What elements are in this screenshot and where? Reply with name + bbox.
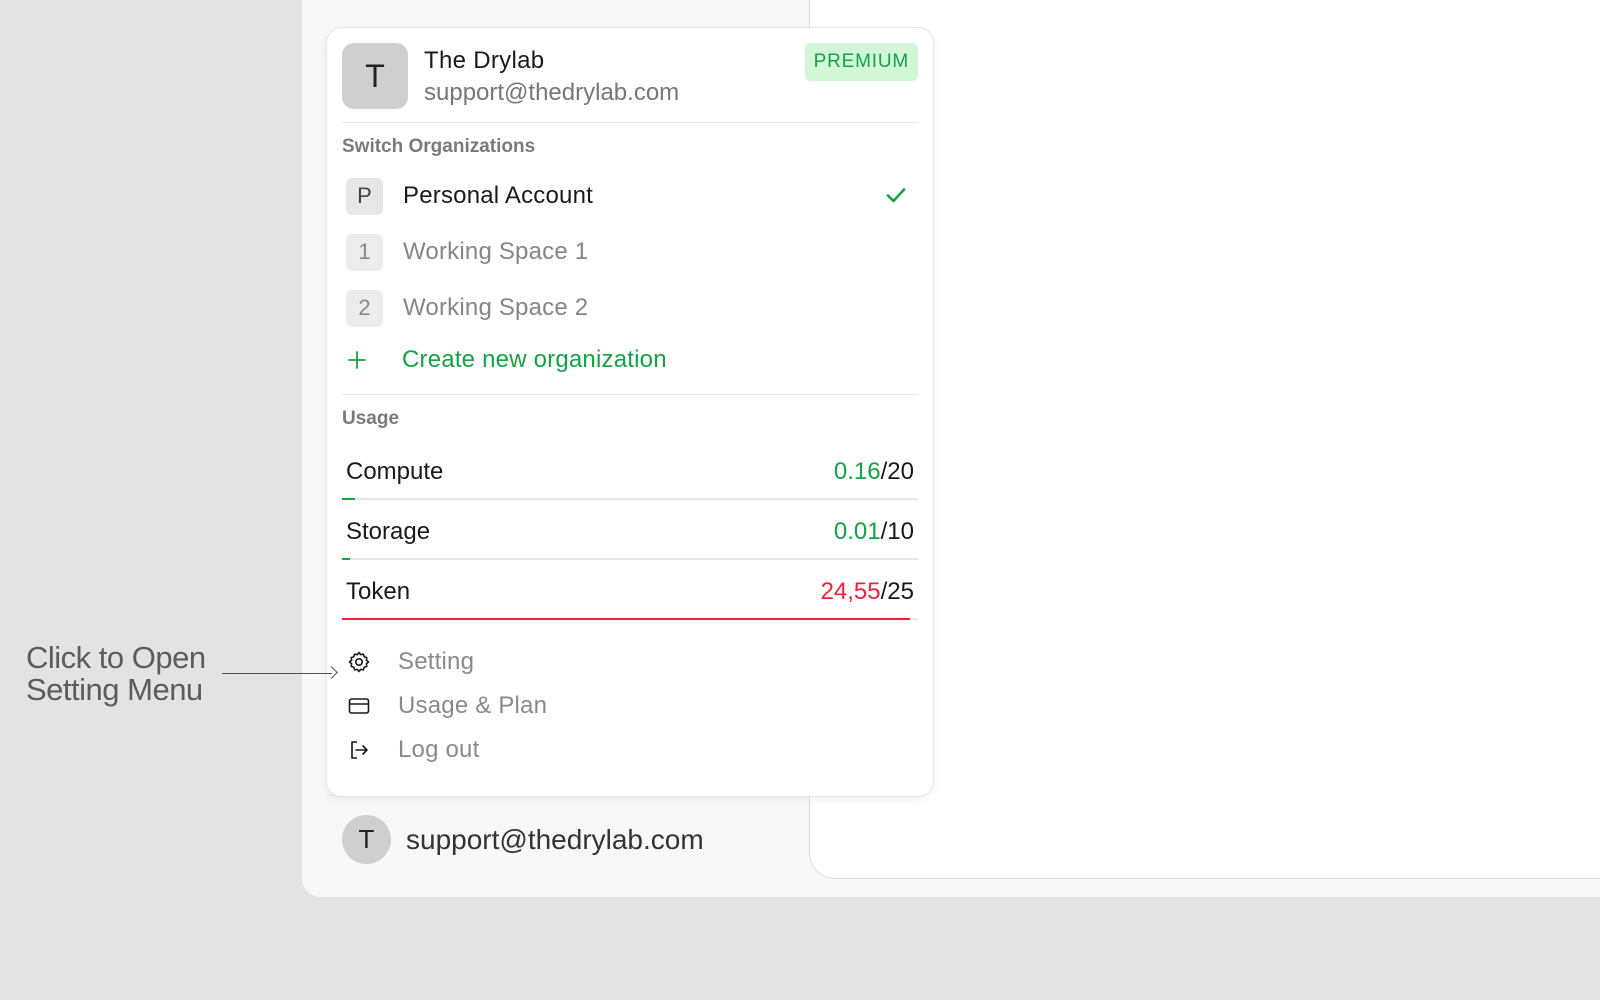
org-label: Working Space 1 (403, 238, 589, 265)
org-label: Personal Account (403, 182, 593, 209)
setting-menu-item[interactable]: Setting (346, 645, 474, 679)
usage-label: Compute (346, 458, 444, 485)
usage-row-storage: Storage 0.01/10 (342, 508, 918, 568)
org-label: Working Space 2 (403, 294, 589, 321)
avatar: T (342, 815, 391, 864)
usage-value: 0.01/10 (834, 518, 914, 546)
usage-total: /25 (880, 578, 914, 605)
check-icon (886, 188, 906, 203)
org-item-personal-account[interactable]: P Personal Account (346, 177, 918, 215)
usage-progress-track (342, 558, 918, 560)
org-item-working-space-1[interactable]: 1 Working Space 1 (346, 233, 918, 271)
plan-badge: PREMIUM (804, 43, 918, 81)
org-initial-badge: 2 (346, 289, 383, 327)
account-header: T The Drylab support@thedrylab.com PREMI… (342, 43, 918, 109)
logout-icon (346, 737, 372, 763)
switch-organizations-heading: Switch Organizations (342, 136, 536, 157)
usage-total: /20 (880, 458, 914, 485)
account-avatar: T (342, 43, 408, 109)
usage-progress-fill (342, 498, 355, 500)
divider (342, 122, 918, 123)
annotation-line-2: Setting Menu (26, 672, 203, 707)
menu-label: Log out (398, 736, 480, 763)
usage-heading: Usage (342, 408, 400, 429)
annotation-line-1: Click to Open (26, 640, 206, 675)
usage-total: /10 (880, 518, 914, 545)
usage-progress-fill (342, 618, 910, 620)
usage-value: 24,55/25 (821, 578, 914, 606)
create-organization-label: Create new organization (402, 346, 667, 373)
annotation-callout: Click to Open Setting Menu (26, 642, 206, 706)
divider (342, 394, 918, 395)
menu-label: Usage & Plan (398, 692, 548, 719)
account-dropdown-menu: T The Drylab support@thedrylab.com PREMI… (326, 27, 934, 797)
usage-row-compute: Compute 0.16/20 (342, 448, 918, 508)
usage-label: Storage (346, 518, 431, 545)
usage-label: Token (346, 578, 411, 605)
usage-progress-fill (342, 558, 350, 560)
usage-used: 24,55 (820, 578, 881, 605)
account-name: The Drylab (424, 47, 545, 74)
usage-progress-track (342, 618, 918, 620)
org-initial-badge: 1 (346, 233, 383, 271)
annotation-connector (222, 673, 332, 674)
usage-progress-track (342, 498, 918, 500)
account-email: support@thedrylab.com (424, 79, 680, 106)
credit-card-icon (346, 693, 372, 719)
usage-used: 0.01 (833, 518, 881, 545)
usage-value: 0.16/20 (834, 458, 914, 486)
plus-icon (348, 351, 366, 369)
create-organization-button[interactable]: Create new organization (346, 343, 667, 377)
usage-plan-menu-item[interactable]: Usage & Plan (346, 689, 547, 723)
usage-used: 0.16 (833, 458, 881, 485)
menu-label: Setting (398, 648, 475, 675)
logout-menu-item[interactable]: Log out (346, 733, 479, 767)
sidebar-user-button[interactable]: T support@thedrylab.com (342, 815, 704, 864)
org-initial-badge: P (346, 177, 383, 215)
gear-icon (346, 649, 372, 675)
usage-row-token: Token 24,55/25 (342, 568, 918, 628)
user-email: support@thedrylab.com (406, 823, 704, 855)
org-item-working-space-2[interactable]: 2 Working Space 2 (346, 289, 918, 327)
